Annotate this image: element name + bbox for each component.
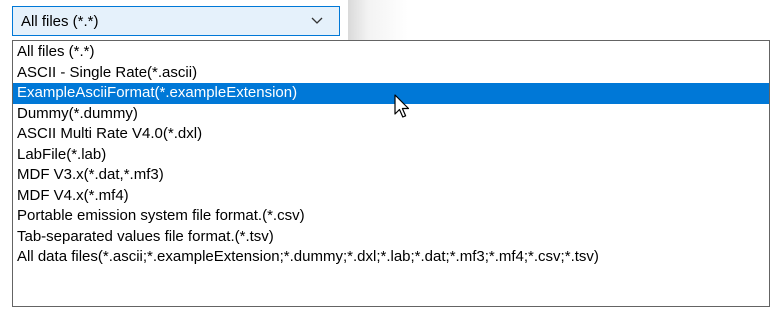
option-example-ascii-format[interactable]: ExampleAsciiFormat(*.exampleExtension): [13, 83, 769, 104]
file-type-combobox[interactable]: All files (*.*): [12, 6, 340, 36]
option-portable-emission[interactable]: Portable emission system file format.(*.…: [13, 206, 769, 227]
option-mdf-v3[interactable]: MDF V3.x(*.dat,*.mf3): [13, 165, 769, 186]
file-type-dropdown-list[interactable]: All files (*.*) ASCII - Single Rate(*.as…: [12, 40, 770, 307]
window-background-edge: [348, 0, 773, 42]
option-ascii-single-rate[interactable]: ASCII - Single Rate(*.ascii): [13, 63, 769, 84]
chevron-down-icon[interactable]: [310, 15, 324, 27]
option-all-data-files[interactable]: All data files(*.ascii;*.exampleExtensio…: [13, 247, 769, 268]
file-type-selected-value: All files (*.*): [21, 13, 99, 30]
option-mdf-v4[interactable]: MDF V4.x(*.mf4): [13, 186, 769, 207]
option-ascii-multi-rate[interactable]: ASCII Multi Rate V4.0(*.dxl): [13, 124, 769, 145]
option-dummy[interactable]: Dummy(*.dummy): [13, 104, 769, 125]
option-all-files[interactable]: All files (*.*): [13, 42, 769, 63]
option-tab-separated[interactable]: Tab-separated values file format.(*.tsv): [13, 227, 769, 248]
option-labfile[interactable]: LabFile(*.lab): [13, 145, 769, 166]
